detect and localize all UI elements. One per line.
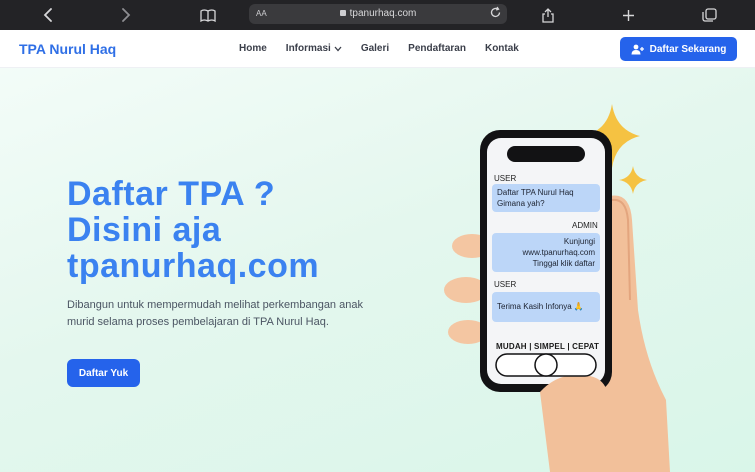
headline-line-3: tpanurhaq.com: [67, 247, 320, 285]
nav-link-informasi[interactable]: Informasi: [286, 43, 342, 54]
nav-link-pendaftaran[interactable]: Pendaftaran: [408, 43, 466, 54]
forward-icon[interactable]: [114, 3, 138, 27]
reload-icon[interactable]: [489, 6, 502, 22]
reader-icon[interactable]: [196, 3, 220, 27]
back-icon[interactable]: [36, 3, 60, 27]
sparkle-small-icon: [619, 166, 647, 194]
chat-bubble-user-1: Daftar TPA Nurul Haq Gimana yah?: [492, 184, 600, 212]
nav-link-galeri[interactable]: Galeri: [361, 43, 389, 54]
admin-msg-line-2: www.tpanurhaq.com: [522, 248, 595, 257]
daftar-sekarang-button[interactable]: Daftar Sekarang: [620, 37, 737, 61]
url-text: tpanurhaq.com: [349, 8, 417, 19]
main-nav: Home Informasi Galeri Pendaftaran Kontak: [239, 43, 538, 54]
admin-msg-line-3: Tinggal klik daftar: [532, 259, 595, 268]
address-bar[interactable]: AA tpanurhaq.com: [249, 4, 507, 24]
nav-link-informasi-label: Informasi: [285, 43, 331, 54]
chevron-down-icon: [334, 46, 342, 52]
nav-link-home[interactable]: Home: [239, 43, 267, 54]
nav-link-kontak[interactable]: Kontak: [485, 43, 519, 54]
daftar-sekarang-label: Daftar Sekarang: [649, 43, 727, 55]
add-user-icon: [631, 44, 644, 54]
headline-line-1: Daftar TPA ?: [67, 175, 276, 213]
admin-msg-line-1: Kunjungi: [563, 237, 595, 246]
phone-illustration: USER Daftar TPA Nurul Haq Gimana yah? AD…: [440, 100, 690, 472]
phone-tagline: MUDAH | SIMPEL | CEPAT: [496, 342, 600, 351]
chat-user-label-1: USER: [494, 174, 517, 183]
chat-bubble-admin: Kunjungi www.tpanurhaq.com Tinggal klik …: [492, 233, 600, 272]
browser-toolbar: AA tpanurhaq.com: [0, 0, 755, 30]
share-icon[interactable]: [536, 3, 560, 27]
chat-user-label-2: USER: [494, 280, 517, 289]
new-tab-icon[interactable]: [616, 3, 640, 27]
hero-headline: Daftar TPA ? Disini aja tpanurhaq.com: [67, 176, 319, 284]
user-msg-1-line-2: Gimana yah?: [497, 199, 545, 208]
tabs-icon[interactable]: [697, 3, 721, 27]
daftar-yuk-button[interactable]: Daftar Yuk: [67, 359, 140, 387]
hand-holding-phone-graphic: [444, 104, 670, 472]
lock-icon: [339, 10, 346, 16]
user-msg-1-line-1: Daftar TPA Nurul Haq: [497, 188, 574, 197]
brand-logo[interactable]: TPA Nurul Haq: [19, 41, 116, 57]
hero-description: Dibangun untuk mempermudah melihat perke…: [67, 299, 363, 328]
chat-bubble-user-2: Terima Kasih Infonya 🙏: [492, 292, 600, 322]
headline-line-2: Disini aja: [67, 211, 222, 249]
chat-admin-label: ADMIN: [572, 221, 598, 230]
